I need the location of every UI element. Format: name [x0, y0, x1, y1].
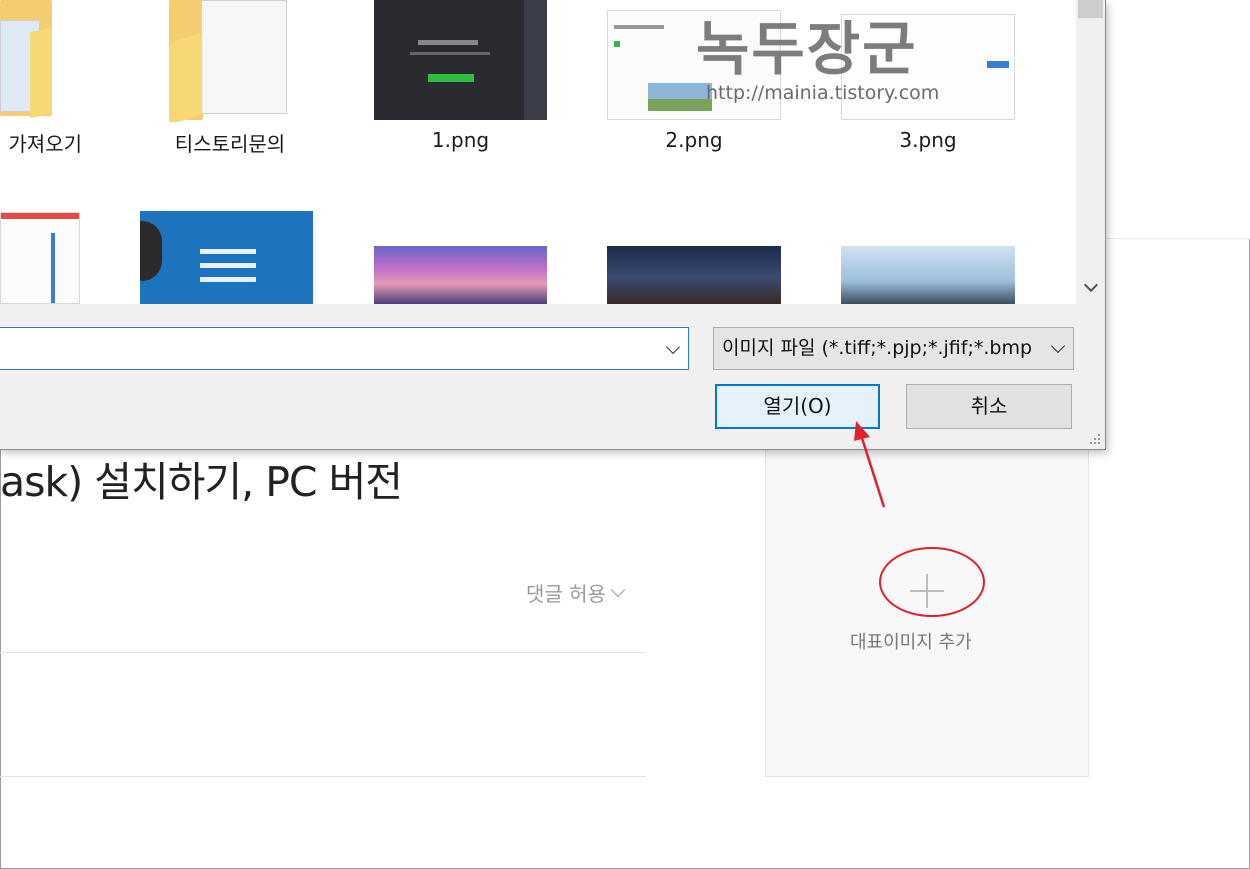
watermark-url: http://mainia.tistory.com	[706, 82, 940, 104]
folder-paper	[201, 0, 287, 114]
thumbnail-preview	[428, 74, 474, 82]
thumbnail-preview	[410, 52, 490, 55]
chevron-down-icon	[610, 582, 626, 597]
file-name: 3.png	[899, 128, 957, 152]
file-item-image[interactable]	[140, 211, 313, 304]
thumbnail-preview	[987, 61, 1009, 68]
comment-permission-label: 댓글 허용	[526, 582, 606, 606]
thumbnail-preview	[140, 221, 162, 281]
divider	[0, 652, 646, 653]
comment-permission-dropdown[interactable]: 댓글 허용	[526, 578, 626, 607]
file-item-image[interactable]	[374, 0, 547, 120]
thumbnail-preview	[418, 40, 478, 45]
file-type-value: 이미지 파일 (*.tiff;*.pjp;*.jfif;*.bmp	[722, 337, 1033, 359]
divider	[0, 776, 646, 777]
page-header-band	[1106, 0, 1250, 239]
post-title[interactable]: ask) 설치하기, PC 버전	[0, 448, 403, 508]
thumbnail-preview	[200, 277, 256, 282]
annotation-circle	[879, 547, 985, 617]
file-item-image[interactable]	[607, 246, 781, 304]
chevron-down-icon	[1050, 338, 1066, 354]
cancel-button[interactable]: 취소	[906, 384, 1072, 429]
scrollbar[interactable]	[1076, 0, 1105, 304]
thumbnail-preview	[614, 25, 664, 29]
folder-front	[169, 32, 201, 122]
representative-image-label: 대표이미지 추가	[850, 632, 972, 653]
thumbnail-preview	[374, 0, 524, 120]
thumbnail-preview	[51, 233, 55, 303]
file-item-folder[interactable]	[165, 0, 290, 122]
file-name: 2.png	[665, 128, 723, 152]
folder-front	[30, 27, 52, 119]
thumbnail-preview	[524, 0, 547, 120]
file-name: 가져오기	[8, 132, 82, 156]
thumbnail-preview	[200, 263, 256, 268]
watermark: 녹두장군 http://mainia.tistory.com	[696, 0, 956, 110]
watermark-title: 녹두장군	[696, 15, 918, 83]
thumbnail-preview	[1, 213, 79, 219]
thumbnail-preview	[614, 41, 620, 47]
file-type-select[interactable]: 이미지 파일 (*.tiff;*.pjp;*.jfif;*.bmp	[713, 327, 1074, 370]
file-item-image[interactable]	[841, 246, 1015, 304]
annotation-arrow	[854, 421, 886, 508]
file-item-image[interactable]	[374, 246, 547, 304]
chevron-down-icon[interactable]	[665, 339, 681, 355]
file-name-input[interactable]	[0, 327, 689, 370]
resize-grip-icon[interactable]	[1088, 432, 1102, 446]
file-name: 1.png	[431, 128, 490, 152]
scroll-down-icon[interactable]	[1082, 278, 1100, 296]
file-item-folder[interactable]	[0, 0, 90, 120]
file-name: 티스토리문의	[174, 132, 286, 156]
thumbnail-preview	[200, 249, 256, 254]
file-item-image[interactable]	[0, 212, 80, 304]
scrollbar-thumb[interactable]	[1078, 0, 1103, 18]
